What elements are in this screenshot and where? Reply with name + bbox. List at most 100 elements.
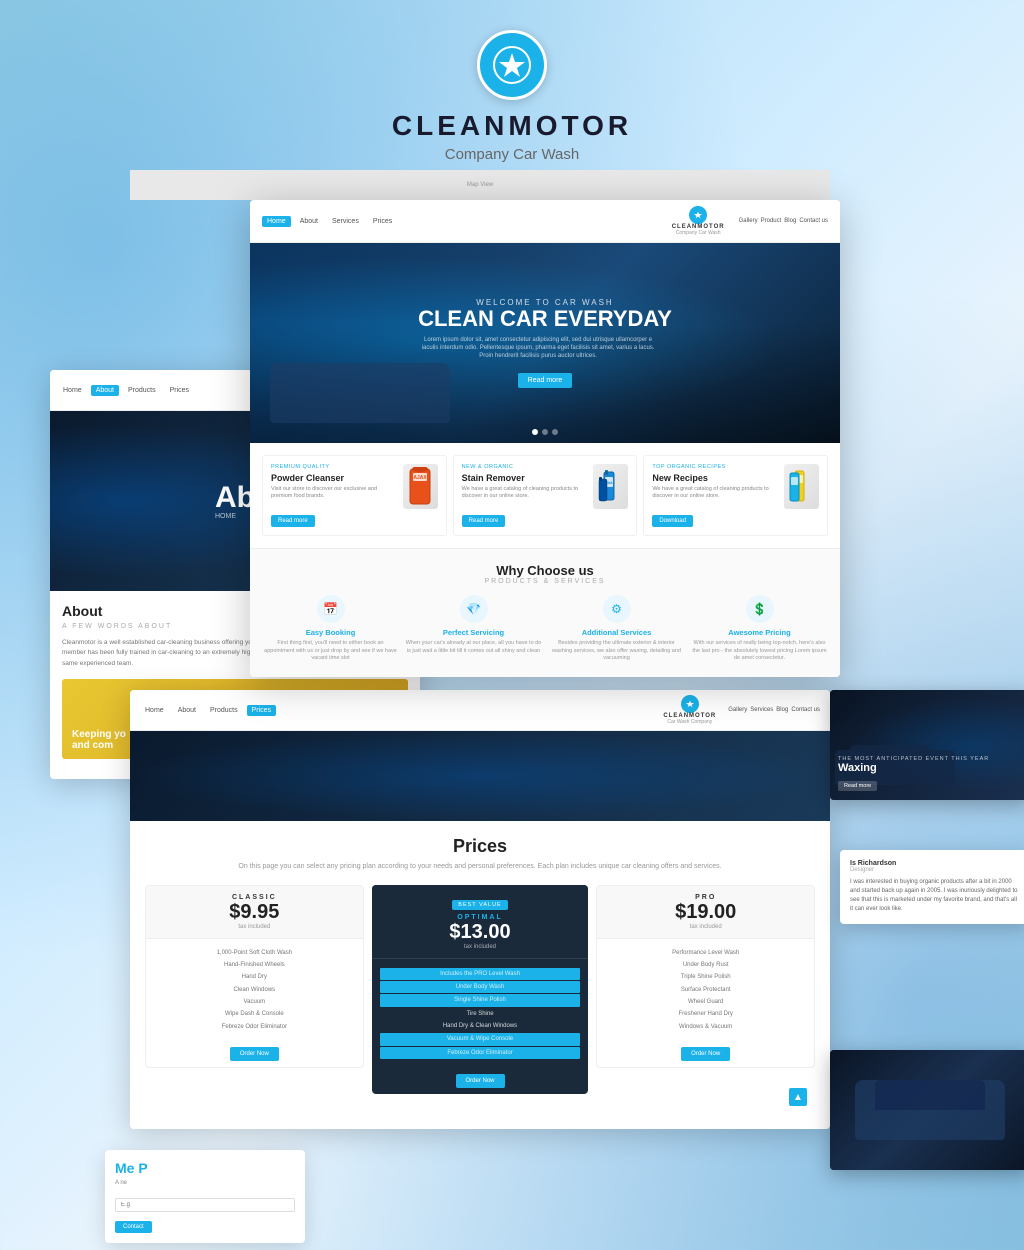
- pricing-best-value-badge: BEST VALUE: [452, 900, 507, 910]
- prices-nav: Home About Products Prices CLEANMOTOR Ca…: [130, 690, 830, 731]
- home-logo-sub: Company Car Wash: [676, 230, 721, 236]
- prices-nav-products[interactable]: Products: [205, 705, 243, 716]
- feature-pro-4: Surface Protectant: [605, 984, 806, 996]
- hero-subtitle: Lorem ipsum dolor sit, amet consectetur …: [418, 336, 658, 361]
- mini-card-title: Me P: [115, 1160, 295, 1176]
- waxing-card: THE MOST ANTICIPATED EVENT THIS YEAR Wax…: [830, 690, 1024, 800]
- about-nav-prices[interactable]: Prices: [165, 385, 194, 396]
- waxing-card-image: THE MOST ANTICIPATED EVENT THIS YEAR Wax…: [830, 690, 1024, 800]
- why-desc-additional: Besides providing the ultimate exterior …: [548, 640, 685, 663]
- pricing-header-pro: PRO $19.00 tax included: [597, 886, 814, 938]
- hero-read-more-button[interactable]: Read more: [518, 373, 573, 388]
- bottom-car-card: [830, 1050, 1024, 1170]
- prices-nav-prices[interactable]: Prices: [247, 705, 276, 716]
- feature-pro-2: Under Body Rust: [605, 959, 806, 971]
- home-nav-gallery[interactable]: Gallery: [739, 218, 758, 224]
- prices-nav-logo: CLEANMOTOR Car Wash Company: [663, 695, 716, 725]
- feature-optimal-4: Tire Shine: [380, 1008, 581, 1020]
- perfect-servicing-icon: 💎: [460, 595, 488, 623]
- why-title-additional: Additional Services: [548, 628, 685, 637]
- home-nav: Home About Services Prices CLEANMOTOR Co…: [250, 200, 840, 243]
- feature-classic-2: Hand-Finished Wheels: [154, 959, 355, 971]
- product-btn-recipes[interactable]: Download: [652, 515, 693, 527]
- mini-card-email-input[interactable]: [115, 1198, 295, 1212]
- pricing-price-optimal: $13.00: [380, 921, 581, 944]
- home-nav-about[interactable]: About: [295, 216, 323, 227]
- easy-booking-icon: 📅: [317, 595, 345, 623]
- feature-optimal-5: Hand Dry & Clean Windows: [380, 1020, 581, 1032]
- why-desc-servicing: When your car's already at our place, al…: [405, 640, 542, 655]
- feature-classic-6: Wipe Dash & Console: [154, 1008, 355, 1020]
- pricing-card-pro: PRO $19.00 tax included Performance Leve…: [596, 885, 815, 1069]
- scroll-to-top-button[interactable]: ▲: [789, 1088, 807, 1106]
- hero-dot-1[interactable]: [532, 429, 538, 435]
- prices-nav-about[interactable]: About: [173, 705, 201, 716]
- pricing-header-classic: CLASSIC $9.95 tax included: [146, 886, 363, 938]
- prices-main-title: Prices: [145, 836, 815, 857]
- product-btn-stain[interactable]: Read more: [462, 515, 506, 527]
- waxing-read-more-button[interactable]: Read more: [838, 781, 877, 791]
- feature-pro-3: Triple Shine Polish: [605, 971, 806, 983]
- prices-hero: Prices HOME / PRICES: [130, 731, 830, 821]
- mini-card-contact-button[interactable]: Contact: [115, 1221, 152, 1233]
- about-img-text: Keeping yoand com: [72, 729, 126, 751]
- about-breadcrumb: HOME: [215, 513, 255, 520]
- pricing-price-pro: $19.00: [605, 901, 806, 924]
- home-nav-prices[interactable]: Prices: [368, 216, 397, 227]
- product-card-inner: AJAX Premium Quality Powder Cleanser Vis…: [271, 464, 438, 509]
- additional-services-icon: ⚙: [603, 595, 631, 623]
- hero-dot-2[interactable]: [542, 429, 548, 435]
- product-img-powder: AJAX: [403, 464, 438, 509]
- waxing-title: Waxing: [838, 762, 989, 774]
- home-nav-blog[interactable]: Blog: [784, 218, 796, 224]
- why-card-additional: ⚙ Additional Services Besides providing …: [548, 595, 685, 663]
- prices-nav-services[interactable]: Services: [750, 707, 773, 713]
- why-section-title: Why Choose us: [262, 563, 828, 578]
- why-card-servicing: 💎 Perfect Servicing When your car's alre…: [405, 595, 542, 663]
- home-nav-product[interactable]: Product: [761, 218, 782, 224]
- home-nav-contact[interactable]: Contact us: [799, 218, 828, 224]
- about-nav-home[interactable]: Home: [58, 385, 87, 396]
- why-title-booking: Easy Booking: [262, 628, 399, 637]
- why-card-pricing: 💲 Awesome Pricing With our services of r…: [691, 595, 828, 663]
- product-card-powder: AJAX Premium Quality Powder Cleanser Vis…: [262, 455, 447, 536]
- mini-contact-card: Me P A ne Contact: [105, 1150, 305, 1243]
- feature-pro-1: Performance Level Wash: [605, 947, 806, 959]
- product-card-stain: XtrA New & Organic Stain Remover We have…: [453, 455, 638, 536]
- pricing-plan-pro: PRO: [605, 894, 806, 901]
- prices-nav-blog[interactable]: Blog: [776, 707, 788, 713]
- pricing-plan-optimal: OPTIMAL: [380, 914, 581, 921]
- prices-nav-contact[interactable]: Contact us: [791, 707, 820, 713]
- pricing-tax-pro: tax included: [605, 924, 806, 930]
- order-btn-classic[interactable]: Order Now: [230, 1047, 279, 1061]
- hero-banner: WELCOME TO CAR WASH CLEAN CAR EVERYDAY L…: [250, 243, 840, 443]
- why-title-pricing: Awesome Pricing: [691, 628, 828, 637]
- about-nav-about[interactable]: About: [91, 385, 119, 396]
- why-desc-booking: First thing first, you'll need to either…: [262, 640, 399, 663]
- prices-logo-sub: Car Wash Company: [667, 719, 712, 725]
- feature-classic-7: Febreze Odor Eliminator: [154, 1021, 355, 1033]
- pricing-header-optimal: BEST VALUE OPTIMAL $13.00 tax included: [372, 885, 589, 958]
- pricing-features-optimal: Includes the PRO Level Wash Under Body W…: [372, 958, 589, 1069]
- prices-nav-home[interactable]: Home: [140, 705, 169, 716]
- product-card-stain-inner: XtrA New & Organic Stain Remover We have…: [462, 464, 629, 509]
- hero-title: CLEAN CAR EVERYDAY: [418, 307, 672, 331]
- order-btn-optimal[interactable]: Order Now: [456, 1074, 505, 1088]
- prices-nav-gallery[interactable]: Gallery: [728, 707, 747, 713]
- home-nav-home[interactable]: Home: [262, 216, 291, 227]
- about-nav-products[interactable]: Products: [123, 385, 161, 396]
- testimonial-name: Is Richardson: [850, 860, 1020, 867]
- feature-optimal-1: Includes the PRO Level Wash: [380, 968, 581, 980]
- page-home: Home About Services Prices CLEANMOTOR Co…: [250, 200, 840, 677]
- pricing-cards: CLASSIC $9.95 tax included 1,000-Point S…: [145, 885, 815, 1095]
- home-nav-services[interactable]: Services: [327, 216, 364, 227]
- hero-dot-3[interactable]: [552, 429, 558, 435]
- home-nav-logo: CLEANMOTOR Company Car Wash: [672, 206, 725, 236]
- testimonial-role: Designer: [850, 867, 1020, 873]
- pricing-plan-classic: CLASSIC: [154, 894, 355, 901]
- product-card-recipes-inner: Top Organic Recipes New Recipes We have …: [652, 464, 819, 509]
- order-btn-pro[interactable]: Order Now: [681, 1047, 730, 1061]
- product-btn-powder[interactable]: Read more: [271, 515, 315, 527]
- brand-logo: [477, 30, 547, 100]
- about-hero-title: Ab: [215, 483, 255, 513]
